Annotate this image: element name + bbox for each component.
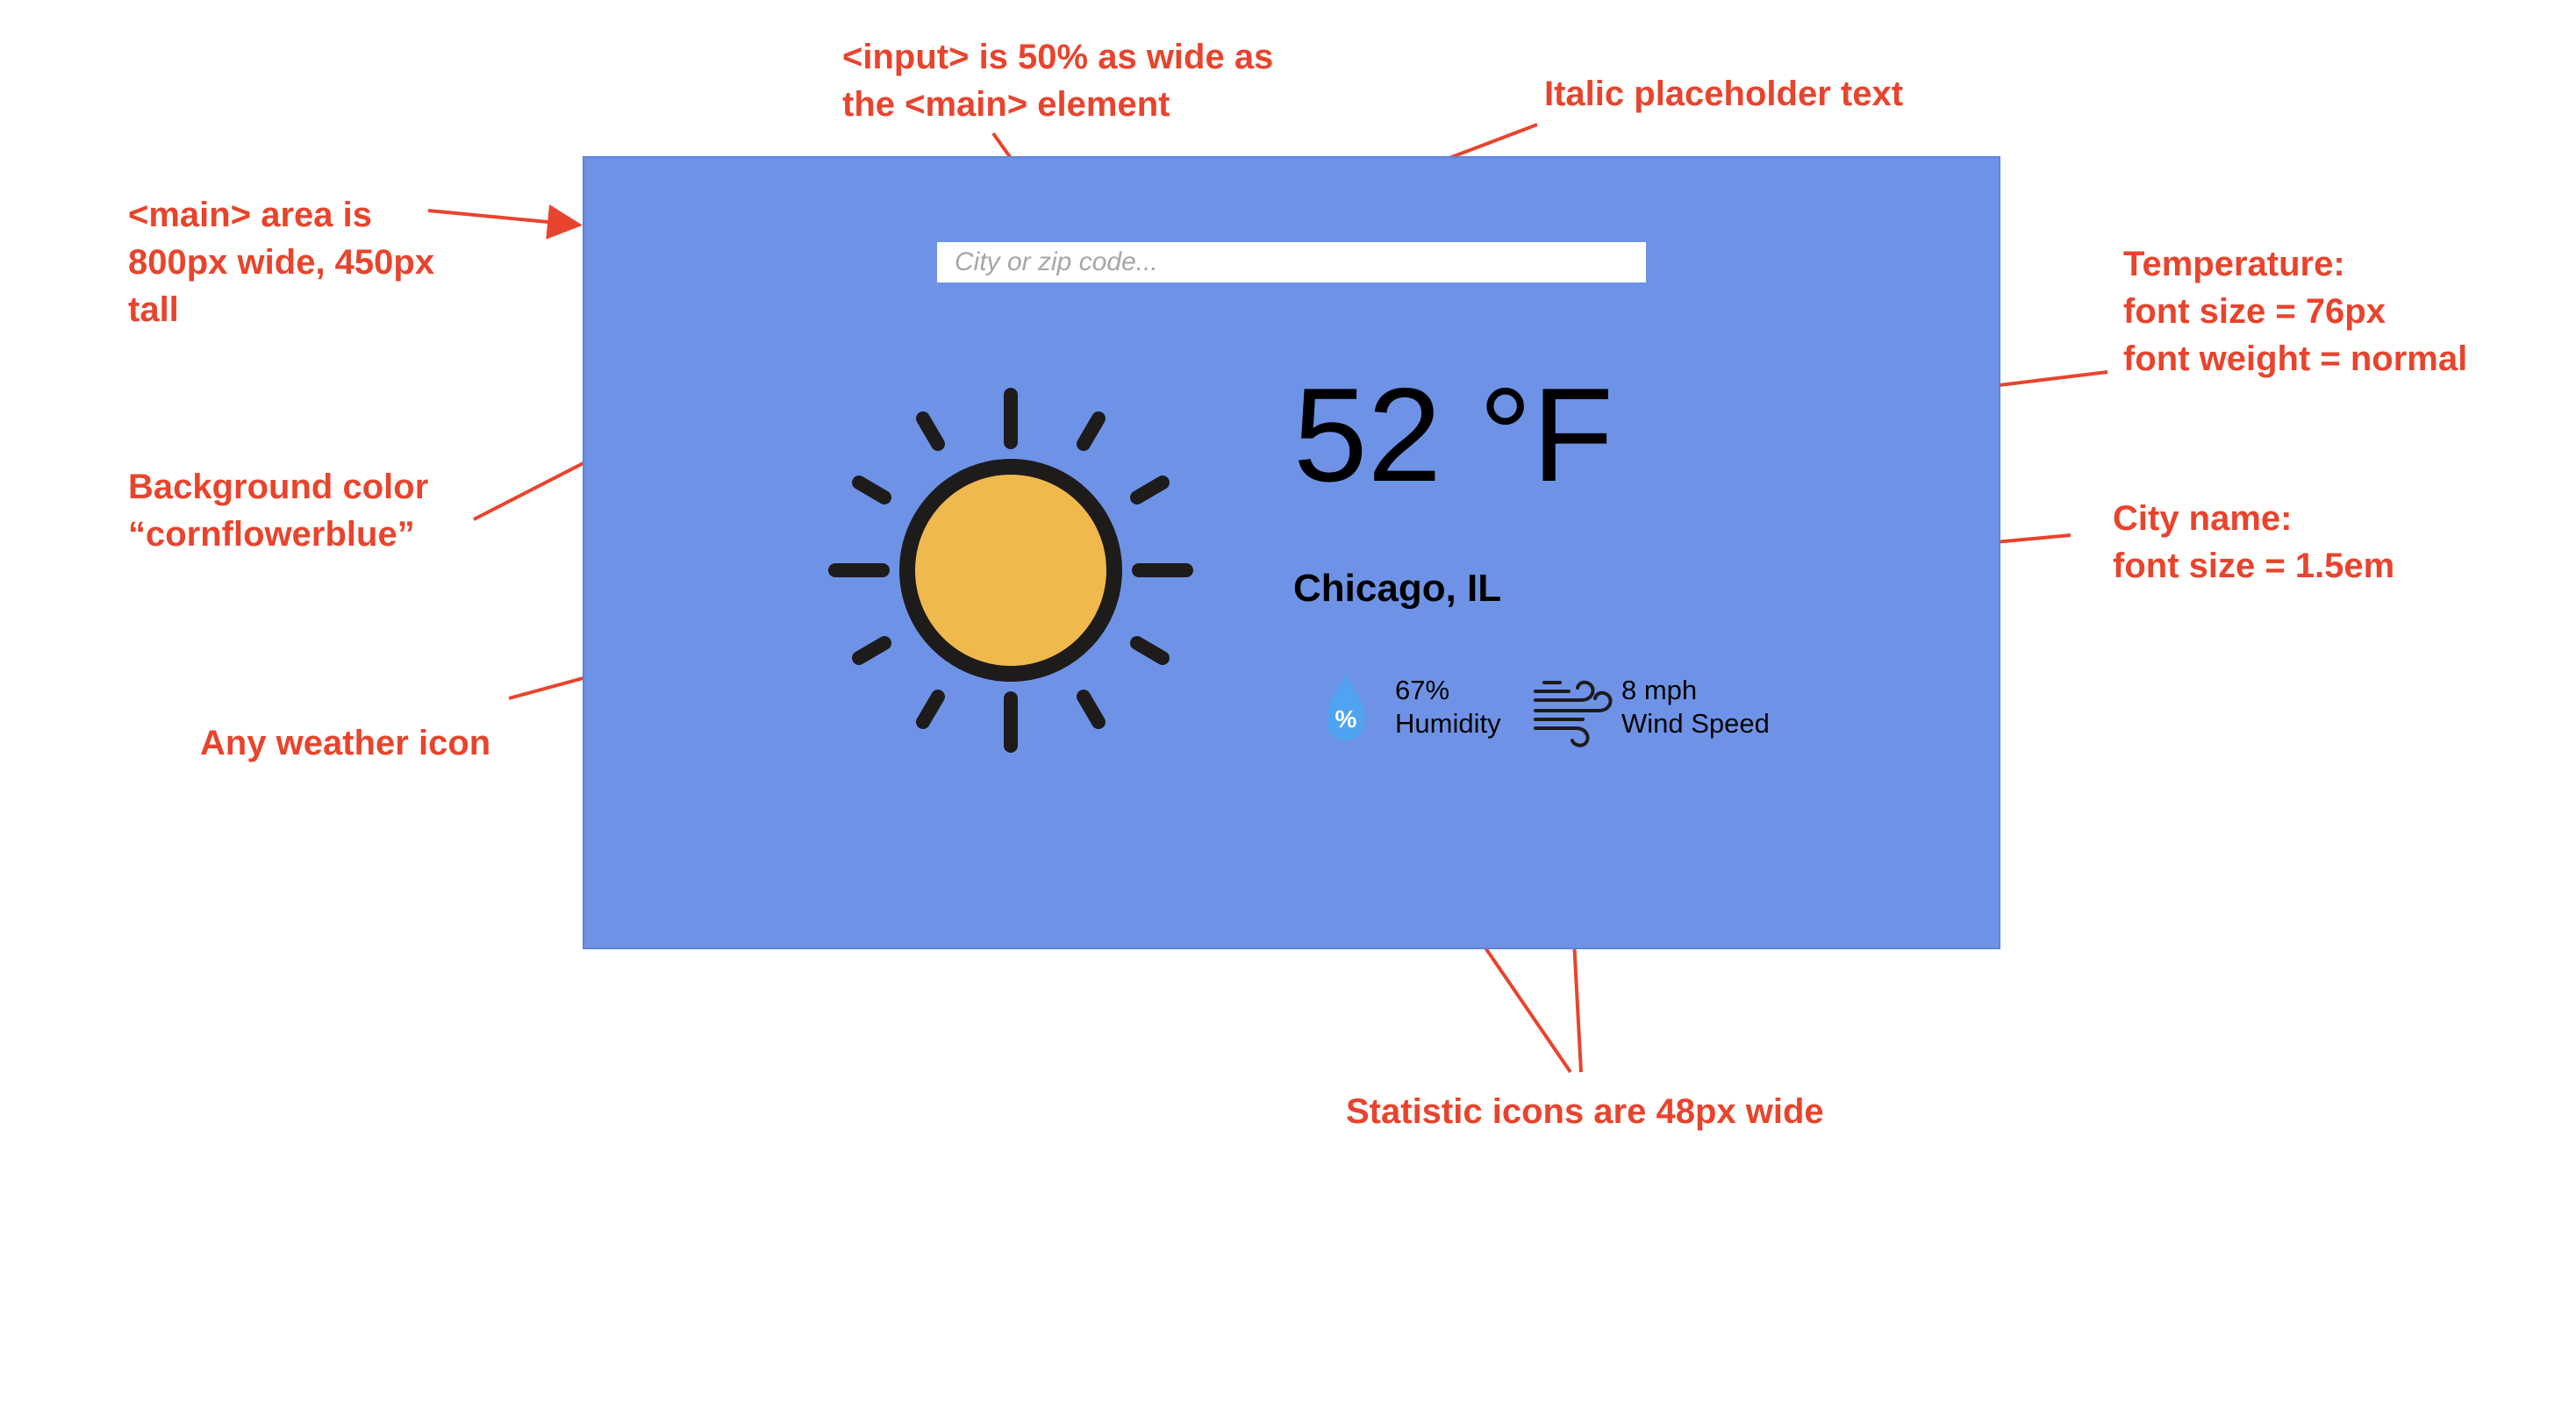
annotation-stat-icons: Statistic icons are 48px wide <box>1346 1088 1824 1135</box>
wind-value: 8 mph <box>1621 675 1698 705</box>
annotation-line: Statistic icons are 48px wide <box>1346 1092 1824 1131</box>
annotation-main-area: <main> area is 800px wide, 450px tall <box>128 191 434 333</box>
humidity-icon-label: % <box>1335 705 1357 733</box>
annotation-line: Italic placeholder text <box>1544 75 1904 113</box>
annotation-line: font size = 76px <box>2123 292 2386 331</box>
annotation-input-width: <input> is 50% as wide as the <main> ele… <box>842 33 1273 128</box>
wind-text: 8 mph Wind Speed <box>1621 674 1770 740</box>
city-name: Chicago, IL <box>1293 567 1502 610</box>
annotation-line: “cornflowerblue” <box>128 515 415 554</box>
annotation-line: font weight = normal <box>2123 340 2468 378</box>
annotation-line: Any weather icon <box>200 724 491 762</box>
annotation-line: <input> is 50% as wide as <box>842 38 1274 76</box>
humidity-value: 67% <box>1395 675 1450 705</box>
search-input[interactable] <box>937 242 1646 283</box>
humidity-stat: % 67% Humidity <box>1304 665 1501 749</box>
humidity-label: Humidity <box>1395 708 1501 739</box>
annotation-line: <main> area is <box>128 196 372 234</box>
weather-main: 52 °F Chicago, IL % 67% Humidity 8 mph W… <box>583 156 2000 949</box>
wind-stat: 8 mph Wind Speed <box>1530 665 1770 749</box>
annotation-line: the <main> element <box>842 85 1170 124</box>
annotation-weather-icon: Any weather icon <box>200 719 490 767</box>
annotation-line: 800px wide, 450px <box>128 243 435 282</box>
humidity-drop-icon: % <box>1327 674 1365 740</box>
annotation-temperature: Temperature: font size = 76px font weigh… <box>2123 240 2467 383</box>
wind-label: Wind Speed <box>1621 708 1770 739</box>
annotation-line: Background color <box>128 468 429 506</box>
annotation-placeholder: Italic placeholder text <box>1544 70 1903 118</box>
sun-icon <box>828 388 1193 753</box>
temperature-display: 52 °F <box>1293 361 1614 510</box>
annotation-line: font size = 1.5em <box>2113 547 2395 585</box>
annotation-line: tall <box>128 290 179 329</box>
annotation-line: City name: <box>2113 499 2293 538</box>
wind-icon <box>1534 680 1613 747</box>
annotation-city: City name: font size = 1.5em <box>2113 495 2394 590</box>
arrow-main-area <box>427 204 583 240</box>
annotation-background: Background color “cornflowerblue” <box>128 463 428 558</box>
annotation-line: Temperature: <box>2123 245 2345 283</box>
humidity-text: 67% Humidity <box>1395 674 1501 740</box>
